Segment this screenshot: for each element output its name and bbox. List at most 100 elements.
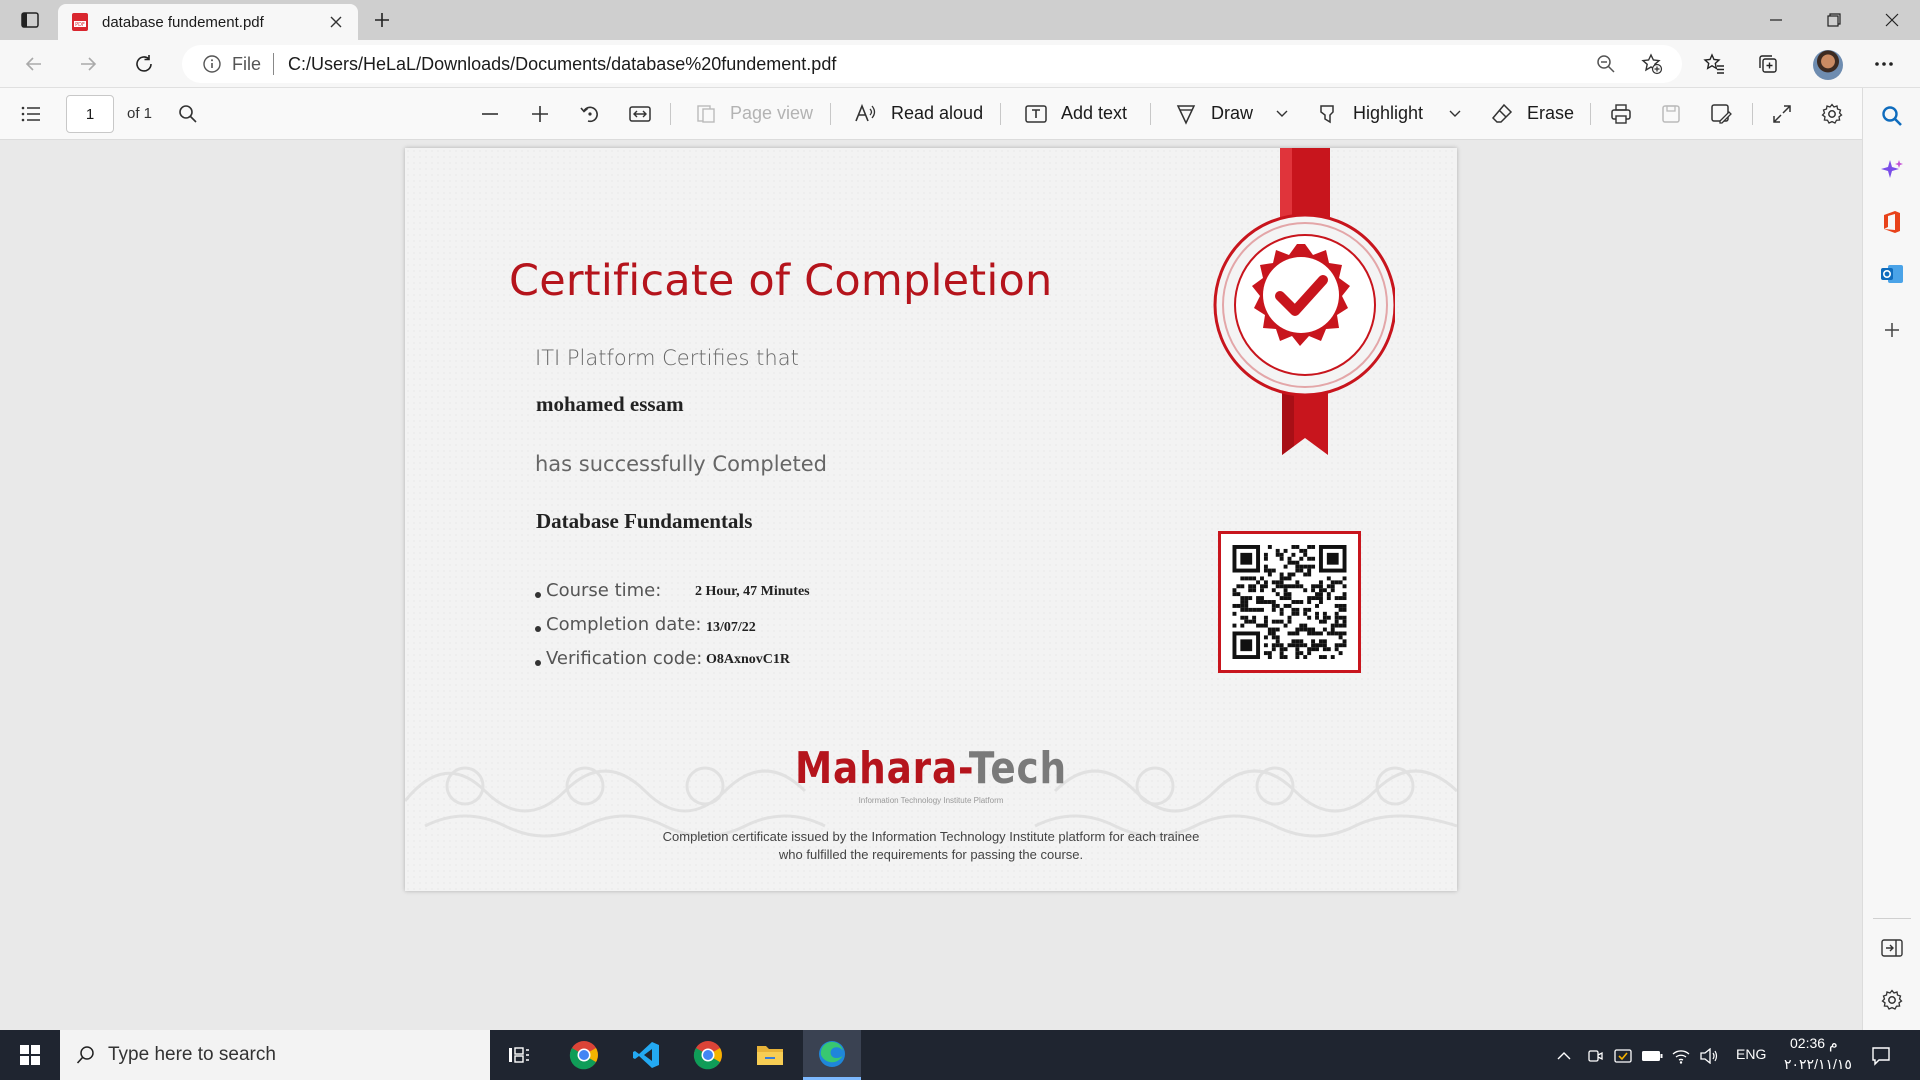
certificate-page: Certificate of Completion ITI Platform C… [405,148,1457,891]
wifi-icon[interactable] [1670,1045,1692,1067]
chevron-down-icon[interactable] [1268,100,1296,128]
page-view-button[interactable]: Page view [730,103,813,124]
taskbar-search[interactable]: Type here to search [60,1030,490,1080]
minimize-icon[interactable] [1748,0,1804,40]
chevron-down-icon[interactable] [1441,100,1469,128]
read-aloud-icon[interactable] [852,100,880,128]
toolbar-separator [1590,103,1591,125]
qr-code-icon [1232,545,1347,659]
add-icon[interactable] [1878,316,1906,344]
security-icon[interactable] [1612,1045,1634,1067]
windows-start-icon[interactable] [0,1030,60,1080]
footer-line-2: who fulfilled the requirements for passi… [778,847,1084,862]
settings-icon[interactable] [1878,986,1906,1014]
vscode-icon[interactable] [617,1030,675,1080]
zoom-out-icon[interactable] [476,100,504,128]
svg-text:PDF: PDF [75,22,85,28]
task-view-icon[interactable] [490,1030,548,1080]
window-close-icon[interactable] [1864,0,1920,40]
forward-icon[interactable] [70,46,106,82]
draw-button[interactable]: Draw [1211,103,1253,124]
settings-icon[interactable] [1818,100,1846,128]
save-icon[interactable] [1657,100,1685,128]
profile-avatar[interactable] [1813,50,1843,80]
sidebar-hide-icon[interactable] [1878,934,1906,962]
add-text-button[interactable]: Add text [1061,103,1127,124]
refresh-icon[interactable] [126,46,162,82]
copilot-icon[interactable] [1878,156,1906,184]
language-indicator[interactable]: ENG [1736,1046,1766,1062]
file-explorer-icon[interactable] [741,1030,799,1080]
address-bar[interactable]: File C:/Users/HeLaL/Downloads/Documents/… [182,45,1682,83]
course-time-label: Course time: [535,580,661,601]
add-text-icon[interactable] [1022,100,1050,128]
rotate-icon[interactable] [576,100,604,128]
battery-icon[interactable] [1640,1045,1664,1067]
maximize-icon[interactable] [1806,0,1862,40]
search-icon[interactable] [174,100,202,128]
completion-date-label: Completion date: [535,614,701,635]
erase-button[interactable]: Erase [1527,103,1574,124]
address-scheme-label: File [232,53,262,74]
page-number-input[interactable]: 1 [66,95,114,133]
more-icon[interactable] [1866,46,1902,82]
highlight-icon[interactable] [1314,100,1342,128]
info-icon[interactable] [202,54,222,74]
zoom-icon[interactable] [1588,46,1624,82]
mahara-tech-logo: Mahara-Tech [484,743,1378,794]
search-icon[interactable] [1878,102,1906,130]
read-aloud-button[interactable]: Read aloud [891,103,983,124]
notification-icon[interactable] [1866,1045,1896,1067]
draw-icon[interactable] [1172,100,1200,128]
edge-icon[interactable] [803,1030,861,1080]
verification-code-value: O8AxnovC1R [706,652,791,667]
browser-tab-active[interactable]: PDF database fundement.pdf [58,4,358,40]
edge-sidebar [1862,88,1920,1030]
seal-badge-icon [1213,148,1395,455]
completed-line: has successfully Completed [535,452,827,476]
pdf-viewer[interactable]: Certificate of Completion ITI Platform C… [0,140,1862,1030]
brand-part-1: Mahara- [794,743,969,794]
office-icon[interactable] [1878,208,1906,236]
chrome-icon[interactable] [679,1030,737,1080]
completion-date-value: 13/07/22 [706,620,756,635]
collections-icon[interactable] [1750,46,1786,82]
certifies-line: ITI Platform Certifies that [535,346,799,370]
back-icon[interactable] [16,46,52,82]
address-url[interactable]: C:/Users/HeLaL/Downloads/Documents/datab… [288,54,836,75]
contents-icon[interactable] [17,100,45,128]
clock-time[interactable]: 02:36 م [1790,1035,1838,1052]
highlight-button[interactable]: Highlight [1353,103,1423,124]
new-tab-icon[interactable] [368,7,396,33]
chevron-up-icon[interactable] [1552,1045,1576,1067]
close-icon[interactable] [326,12,346,32]
brand-part-2: Tech [968,743,1068,794]
page-view-icon[interactable] [692,100,720,128]
erase-icon[interactable] [1488,100,1516,128]
favorites-icon[interactable] [1696,46,1732,82]
chrome-icon[interactable] [555,1030,613,1080]
toolbar-separator [830,103,831,125]
zoom-in-icon[interactable] [526,100,554,128]
page-total-label: of 1 [127,105,153,122]
meet-now-icon[interactable] [1584,1045,1606,1067]
clock-date[interactable]: ٢٠٢٢/١١/١٥ [1784,1056,1852,1073]
footer-line-1: Completion certificate issued by the Inf… [662,829,1200,844]
tab-actions-icon[interactable] [12,7,48,33]
recipient-name: mohamed essam [536,392,684,416]
certificate-title: Certificate of Completion [509,256,1053,306]
outlook-icon[interactable] [1878,260,1906,288]
print-icon[interactable] [1607,100,1635,128]
favorite-add-icon[interactable] [1634,46,1670,82]
fit-page-icon[interactable] [626,100,654,128]
sidebar-divider [1873,918,1911,919]
verification-code-label: Verification code: [535,648,702,669]
toolbar-separator [1000,103,1001,125]
course-time-value: 2 Hour, 47 Minutes [695,584,810,599]
volume-icon[interactable] [1698,1045,1720,1067]
fullscreen-icon[interactable] [1768,100,1796,128]
qr-code[interactable] [1218,531,1361,673]
address-bar-row: File C:/Users/HeLaL/Downloads/Documents/… [0,40,1920,88]
save-as-icon[interactable] [1707,100,1735,128]
search-icon [76,1046,94,1064]
